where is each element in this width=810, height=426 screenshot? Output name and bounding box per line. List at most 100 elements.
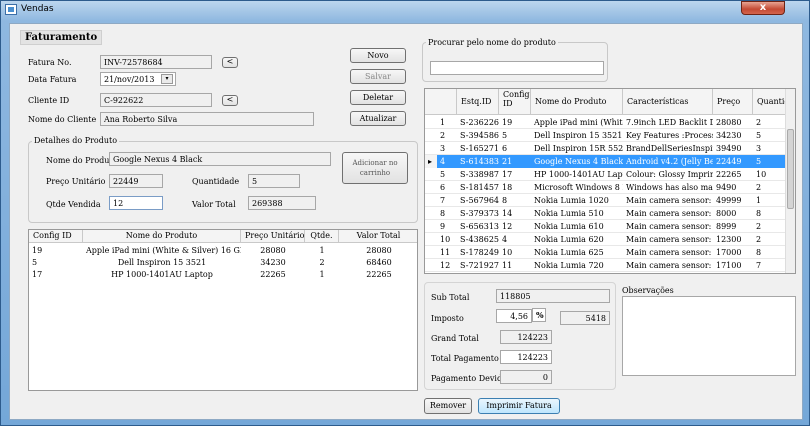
stock-cell: 9490	[716, 183, 737, 192]
stock-cell: 8	[502, 196, 508, 205]
valor-total-label: Valor Total	[192, 200, 236, 209]
stock-cell: Dell Inspiron 15R 5521	[534, 144, 623, 153]
cart-header-preco[interactable]: Preço Unitário	[241, 230, 305, 243]
stock-cell: 9	[440, 222, 446, 231]
stock-cell: Nokia Lumia 1020	[534, 196, 609, 205]
adicionar-carrinho-button[interactable]: Adicionar no carrinho	[342, 152, 408, 184]
produto-nome-field[interactable]: Google Nexus 4 Black	[109, 152, 331, 166]
grand-total-field[interactable]: 124223	[500, 330, 552, 344]
valor-total-field[interactable]: 269388	[248, 196, 316, 210]
cart-header-qtde[interactable]: Qtde.	[305, 230, 339, 243]
stock-row[interactable]: 8 S-379373 14 Nokia Lumia 510 Main camera se…	[425, 207, 787, 220]
stock-cell: S-656313	[460, 222, 499, 231]
calendar-icon[interactable]: ▾	[161, 74, 173, 84]
stock-header-1[interactable]: Estq.ID	[457, 89, 499, 115]
percent-icon: %	[532, 308, 546, 322]
preco-unitario-field[interactable]: 22449	[109, 174, 163, 188]
remover-button[interactable]: Remover	[424, 398, 472, 414]
search-input[interactable]	[430, 61, 604, 75]
app-icon	[5, 4, 17, 15]
stock-row[interactable]: 2 S-394586 5 Dell Inspiron 15 3521 Key Featu…	[425, 129, 787, 142]
sub-total-field[interactable]: 118805	[496, 289, 610, 303]
stock-row[interactable]: 12 S-721927 11 Nokia Lumia 720 Main camera s…	[425, 259, 787, 272]
cart-grid[interactable]: Config ID Nome do Produto Preço Unitário…	[28, 229, 418, 391]
section-header: Faturamento	[20, 30, 103, 45]
stock-row[interactable]: 6 S-18145718 Microsoft Windows 8 Pro ...Wi…	[425, 181, 787, 194]
stock-cell: S-721927	[460, 261, 499, 270]
salvar-button[interactable]: Salvar	[350, 69, 406, 84]
fatura-field[interactable]: INV-72578684	[100, 55, 212, 69]
imposto-pct-input[interactable]: 4,56	[496, 309, 532, 323]
stock-cell: S-438625	[460, 235, 499, 244]
quantidade-label: Quantidade	[192, 177, 240, 186]
novo-button[interactable]: Novo	[350, 48, 406, 63]
stock-header-5[interactable]: Preço	[713, 89, 753, 115]
qtde-vendida-input[interactable]: 12	[109, 196, 163, 210]
stock-cell: S-236226	[460, 118, 499, 127]
stock-cell: HP 1000-1401AU Laptop	[534, 170, 623, 179]
stock-cell: Main camera sensor: 6.7 ...	[626, 261, 713, 270]
nome-cliente-field[interactable]: Ana Roberto Silva	[100, 112, 314, 126]
cart-cell: 22265	[260, 270, 286, 279]
stock-header-0[interactable]	[425, 89, 457, 115]
stock-scrollbar[interactable]	[785, 89, 795, 273]
stock-cell: 34230	[716, 131, 742, 140]
stock-cell: 10	[756, 170, 767, 179]
stock-row[interactable]: 5 S-33898717 HP 1000-1401AU LaptopColour: …	[425, 168, 787, 181]
stock-cell: 49999	[716, 196, 742, 205]
cart-header-total[interactable]: Valor Total	[339, 230, 417, 243]
stock-cell: 18	[502, 183, 513, 192]
stock-cell: 10	[440, 235, 451, 244]
atualizar-button[interactable]: Atualizar	[350, 111, 406, 126]
fatura-lookup-button[interactable]: <	[222, 57, 238, 68]
close-button[interactable]: x	[741, 1, 785, 15]
stock-header-2[interactable]: Config ID	[499, 89, 531, 115]
cliente-lookup-button[interactable]: <	[222, 95, 238, 106]
stock-cell: 2	[440, 131, 446, 140]
stock-cell: 17	[502, 170, 513, 179]
deletar-button[interactable]: Deletar	[350, 90, 406, 105]
observacoes-textarea[interactable]	[622, 296, 796, 376]
stock-row[interactable]: 11 S-178249 10 Nokia Lumia 625 Main camera s…	[425, 246, 787, 259]
pagamento-devido-field[interactable]: 0	[500, 370, 552, 384]
stock-header-3[interactable]: Nome do Produto	[531, 89, 623, 115]
stock-cell: 8	[756, 248, 762, 257]
stock-cell: 8999	[716, 222, 737, 231]
window-title: Vendas	[21, 4, 54, 14]
imprimir-fatura-button[interactable]: Imprimir Fatura	[478, 398, 560, 414]
title-bar: Vendas x	[1, 1, 810, 19]
stock-row[interactable]: 9 S-656313 12 Nokia Lumia 610 Main camera se…	[425, 220, 787, 233]
stock-cell: 22449	[713, 155, 753, 168]
row-selector-arrow-icon[interactable]: ▸	[425, 155, 437, 168]
stock-cell: 2	[756, 183, 762, 192]
stock-cell: 17000	[716, 248, 742, 257]
data-fatura-picker[interactable]: 21/nov/2013 ▾	[100, 72, 176, 86]
stock-scroll-thumb[interactable]	[787, 129, 794, 209]
stock-grid[interactable]: Estq.ID Config ID Nome do Produto Caracterí…	[424, 88, 796, 274]
imposto-value-field[interactable]: 5418	[560, 311, 610, 325]
stock-row[interactable]: ▸ 4 S-614383 21 Google Nexus 4 Black Android …	[425, 155, 787, 168]
stock-cell: Nokia Lumia 625	[534, 248, 604, 257]
nome-cliente-label: Nome do Cliente	[28, 115, 97, 124]
stock-row[interactable]: 7 S-567964 8 Nokia Lumia 1020 Main camera se…	[425, 194, 787, 207]
stock-cell: 28080	[716, 118, 742, 127]
quantidade-field[interactable]: 5	[248, 174, 300, 188]
cart-header-config[interactable]: Config ID	[29, 230, 83, 243]
stock-row[interactable]: 3 S-165271 6 Dell Inspiron 15R 5521 BrandDel…	[425, 142, 787, 155]
stock-cell: 5	[440, 170, 446, 179]
imposto-label: Imposto	[431, 314, 464, 323]
stock-row[interactable]: 10 S-438625 4 Nokia Lumia 620 Main camera se…	[425, 233, 787, 246]
stock-row[interactable]: 1 S-23622619 Apple iPad mini (White & ...7…	[425, 116, 787, 129]
produto-nome-label: Nome do Produto	[46, 156, 118, 165]
stock-cell: Apple iPad mini (White & ...	[534, 118, 623, 127]
stock-cell: Nokia Lumia 720	[534, 261, 604, 270]
stock-cell: 5	[502, 131, 508, 140]
stock-cell: 8	[440, 209, 446, 218]
cart-row[interactable]: 17 HP 1000-1401AU Laptop 22265 1 22265	[29, 268, 417, 281]
stock-cell: S-614383	[457, 155, 499, 168]
total-pagamento-input[interactable]: 124223	[500, 350, 552, 364]
stock-header-4[interactable]: Características	[623, 89, 713, 115]
stock-cell: 7	[440, 196, 446, 205]
cart-header-nome[interactable]: Nome do Produto	[83, 230, 241, 243]
cliente-id-field[interactable]: C-922622	[100, 93, 212, 107]
